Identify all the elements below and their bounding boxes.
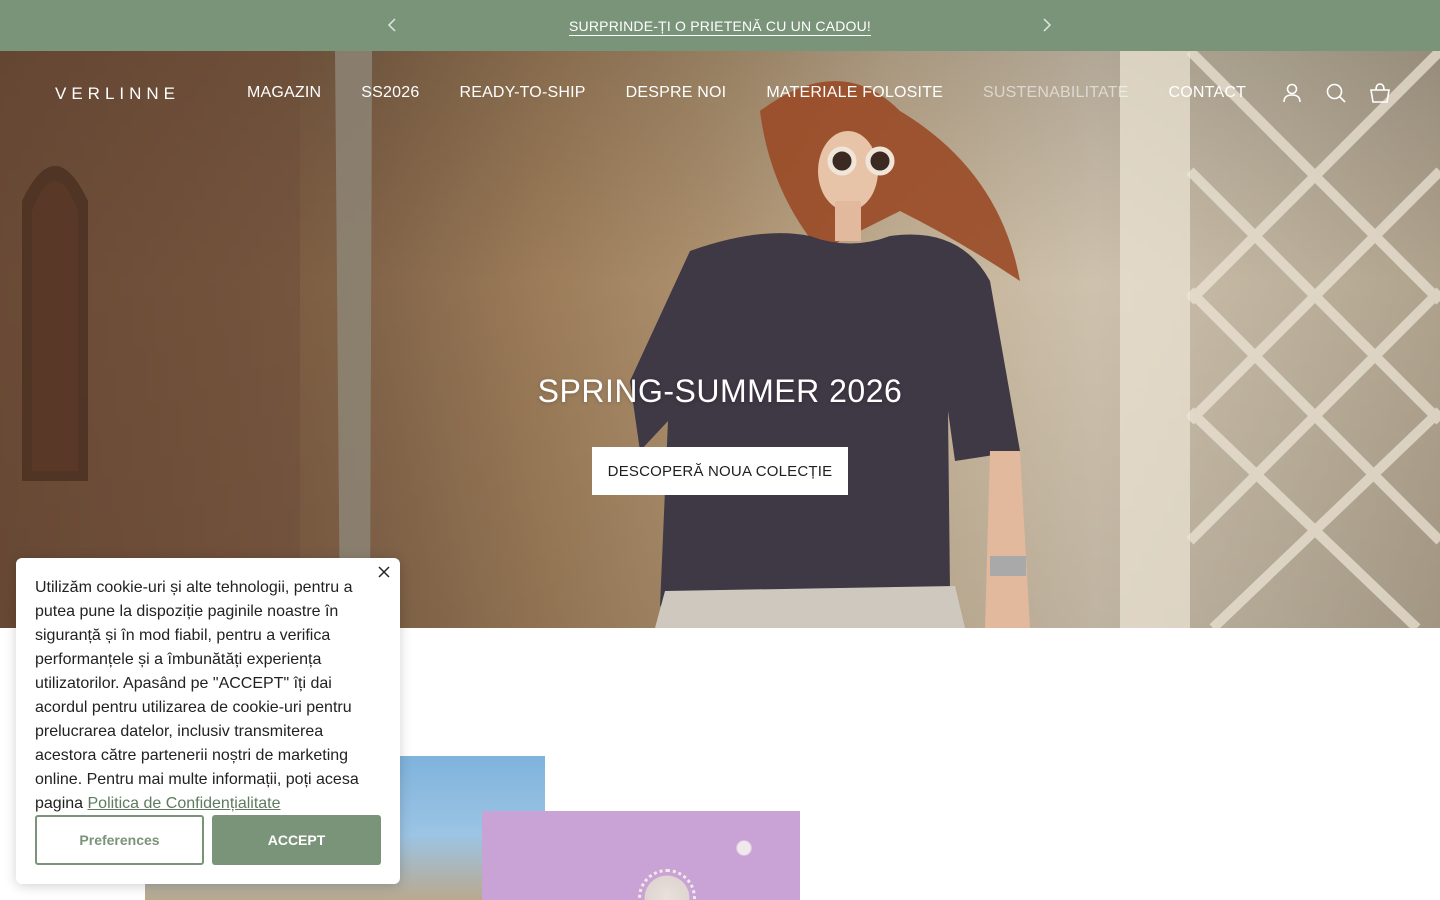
nav-item-materiale-folosite[interactable]: MATERIALE FOLOSITE [766, 84, 943, 102]
search-icon[interactable] [1325, 82, 1347, 104]
nav-item-sustenabilitate[interactable]: SUSTENABILITATE [983, 84, 1129, 102]
account-icon[interactable] [1281, 82, 1303, 104]
nav-item-ss2026[interactable]: SS2026 [361, 84, 419, 102]
hero-image [0, 51, 1440, 628]
announcement-bar: SURPRINDE-ȚI O PRIETENĂ CU UN CADOU! [0, 0, 1440, 51]
nav-item-magazin[interactable]: MAGAZIN [247, 84, 321, 102]
discover-collection-button[interactable]: DESCOPERĂ NOUA COLECȚIE [592, 447, 848, 495]
shirt-button-detail [736, 840, 752, 856]
cookie-banner: Utilizăm cookie-uri și alte tehnologii, … [16, 558, 400, 884]
chevron-left-icon[interactable] [384, 16, 402, 34]
privacy-policy-link[interactable]: Politica de Confidențialitate [88, 795, 281, 812]
lace-detail [638, 869, 696, 900]
announcement-link[interactable]: SURPRINDE-ȚI O PRIETENĂ CU UN CADOU! [569, 18, 871, 34]
cookie-message: Utilizăm cookie-uri și alte tehnologii, … [35, 576, 385, 816]
cookie-text: Utilizăm cookie-uri și alte tehnologii, … [35, 579, 359, 812]
nav-item-ready-to-ship[interactable]: READY-TO-SHIP [459, 84, 585, 102]
collection-image-2[interactable] [482, 811, 800, 900]
hero-banner: SPRING-SUMMER 2026 DESCOPERĂ NOUA COLECȚ… [0, 51, 1440, 628]
site-logo[interactable]: VERLINNE [55, 84, 180, 104]
header-icons [1281, 82, 1391, 104]
nav-item-contact[interactable]: CONTACT [1169, 84, 1247, 102]
main-nav: MAGAZIN SS2026 READY-TO-SHIP DESPRE NOI … [247, 84, 1246, 102]
cart-icon[interactable] [1369, 82, 1391, 104]
chevron-right-icon[interactable] [1037, 16, 1055, 34]
accept-button[interactable]: ACCEPT [212, 815, 381, 865]
preferences-button[interactable]: Preferences [35, 815, 204, 865]
hero-title: SPRING-SUMMER 2026 [537, 373, 903, 409]
nav-item-despre-noi[interactable]: DESPRE NOI [626, 84, 727, 102]
